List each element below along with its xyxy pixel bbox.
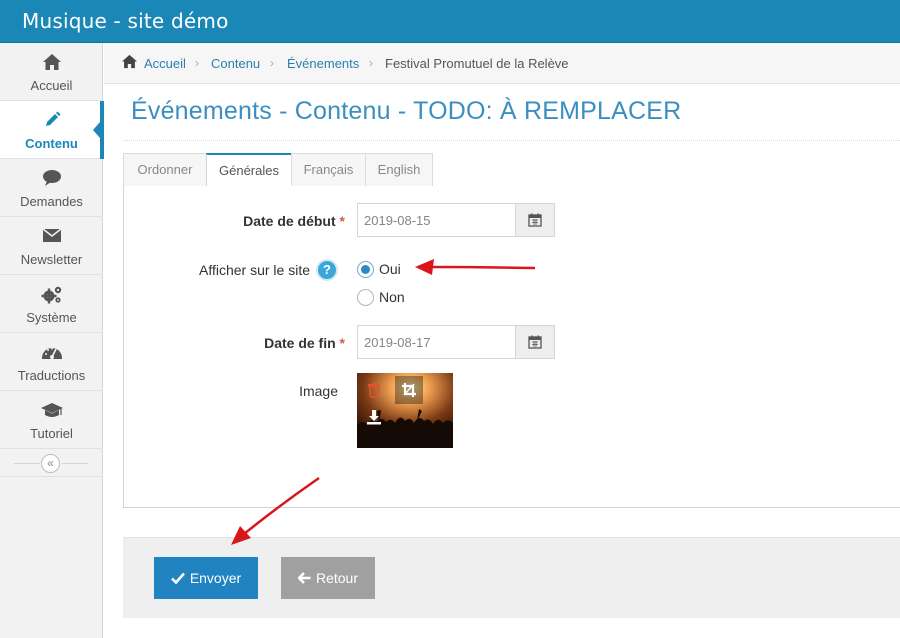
divider [14, 463, 40, 464]
sidebar-item-contenu[interactable]: Contenu [0, 101, 104, 159]
sidebar-item-label: Tutoriel [30, 426, 73, 441]
submit-button[interactable]: Envoyer [154, 557, 258, 599]
back-button[interactable]: Retour [281, 557, 375, 599]
calendar-icon[interactable] [515, 325, 555, 359]
back-button-label: Retour [315, 570, 359, 586]
sidebar-item-label: Newsletter [20, 252, 83, 267]
sidebar-item-accueil[interactable]: Accueil [0, 43, 103, 101]
pencil-icon [0, 111, 103, 129]
breadcrumb-accueil[interactable]: Accueil [144, 56, 186, 71]
end-date-label: Date de fin * [200, 335, 345, 351]
divider [123, 140, 900, 141]
envelope-icon [0, 227, 103, 245]
breadcrumb-separator: › [195, 56, 199, 70]
end-date-input[interactable] [357, 325, 516, 359]
show-on-site-label: Afficher sur le site [198, 262, 310, 278]
sidebar-item-demandes[interactable]: Demandes [0, 159, 103, 217]
tab-generales[interactable]: Générales [206, 153, 292, 188]
calendar-icon[interactable] [515, 203, 555, 237]
sidebar-item-label: Contenu [25, 136, 78, 151]
image-thumbnail[interactable] [357, 373, 453, 448]
tab-ordonner[interactable]: Ordonner [123, 153, 207, 187]
home-icon [0, 53, 103, 71]
trash-icon[interactable] [360, 376, 388, 404]
sidebar-item-label: Traductions [17, 368, 86, 383]
comment-icon [0, 169, 103, 187]
required-mark: * [339, 213, 345, 229]
end-date-group [357, 325, 555, 359]
cogs-icon [0, 285, 103, 304]
start-date-label: Date de début * [200, 213, 345, 229]
sidebar-item-traductions[interactable]: Traductions [0, 333, 103, 391]
start-date-label-text: Date de début [243, 213, 336, 229]
app-title[interactable]: Musique - site démo [22, 9, 229, 33]
breadcrumb-separator: › [369, 56, 373, 70]
radio-non[interactable] [357, 289, 374, 306]
dashboard-icon [0, 343, 103, 361]
tab-francais[interactable]: Français [291, 153, 366, 187]
sidebar-item-label: Accueil [30, 78, 73, 93]
breadcrumb-contenu[interactable]: Contenu [211, 56, 260, 71]
sidebar-item-systeme[interactable]: Système [0, 275, 103, 333]
breadcrumb: Accueil › Contenu › Événements › Festiva… [104, 43, 900, 84]
sidebar-collapse-button[interactable]: « [41, 454, 60, 473]
sidebar-item-label: Système [26, 310, 77, 325]
breadcrumb-current: Festival Promutuel de la Relève [385, 56, 569, 71]
check-icon [170, 572, 185, 584]
home-icon[interactable] [121, 54, 138, 72]
tab-english[interactable]: English [365, 153, 433, 187]
start-date-group [357, 203, 555, 237]
divider [62, 463, 88, 464]
sidebar-collapse-row: « [0, 449, 103, 477]
end-date-label-text: Date de fin [264, 335, 336, 351]
required-mark: * [339, 335, 345, 351]
sidebar: Accueil Contenu Demandes Newsletter Syst… [0, 43, 104, 638]
radio-oui[interactable] [357, 261, 374, 278]
submit-button-label: Envoyer [189, 570, 242, 586]
graduation-cap-icon [0, 401, 103, 419]
start-date-input[interactable] [357, 203, 516, 237]
sidebar-item-newsletter[interactable]: Newsletter [0, 217, 103, 275]
help-icon[interactable]: ? [316, 259, 338, 281]
radio-oui-label[interactable]: Oui [379, 261, 401, 277]
top-bar: Musique - site démo [0, 0, 900, 43]
breadcrumb-evenements[interactable]: Événements [287, 56, 359, 71]
image-label: Image [299, 383, 338, 399]
download-icon[interactable] [360, 403, 388, 431]
breadcrumb-separator: › [270, 56, 274, 70]
sidebar-item-label: Demandes [20, 194, 83, 209]
page-title: Événements - Contenu - TODO: À REMPLACER [131, 97, 682, 125]
crop-icon[interactable] [395, 376, 423, 404]
arrow-left-icon [297, 572, 311, 584]
sidebar-item-tutoriel[interactable]: Tutoriel [0, 391, 103, 449]
radio-non-label[interactable]: Non [379, 289, 405, 305]
